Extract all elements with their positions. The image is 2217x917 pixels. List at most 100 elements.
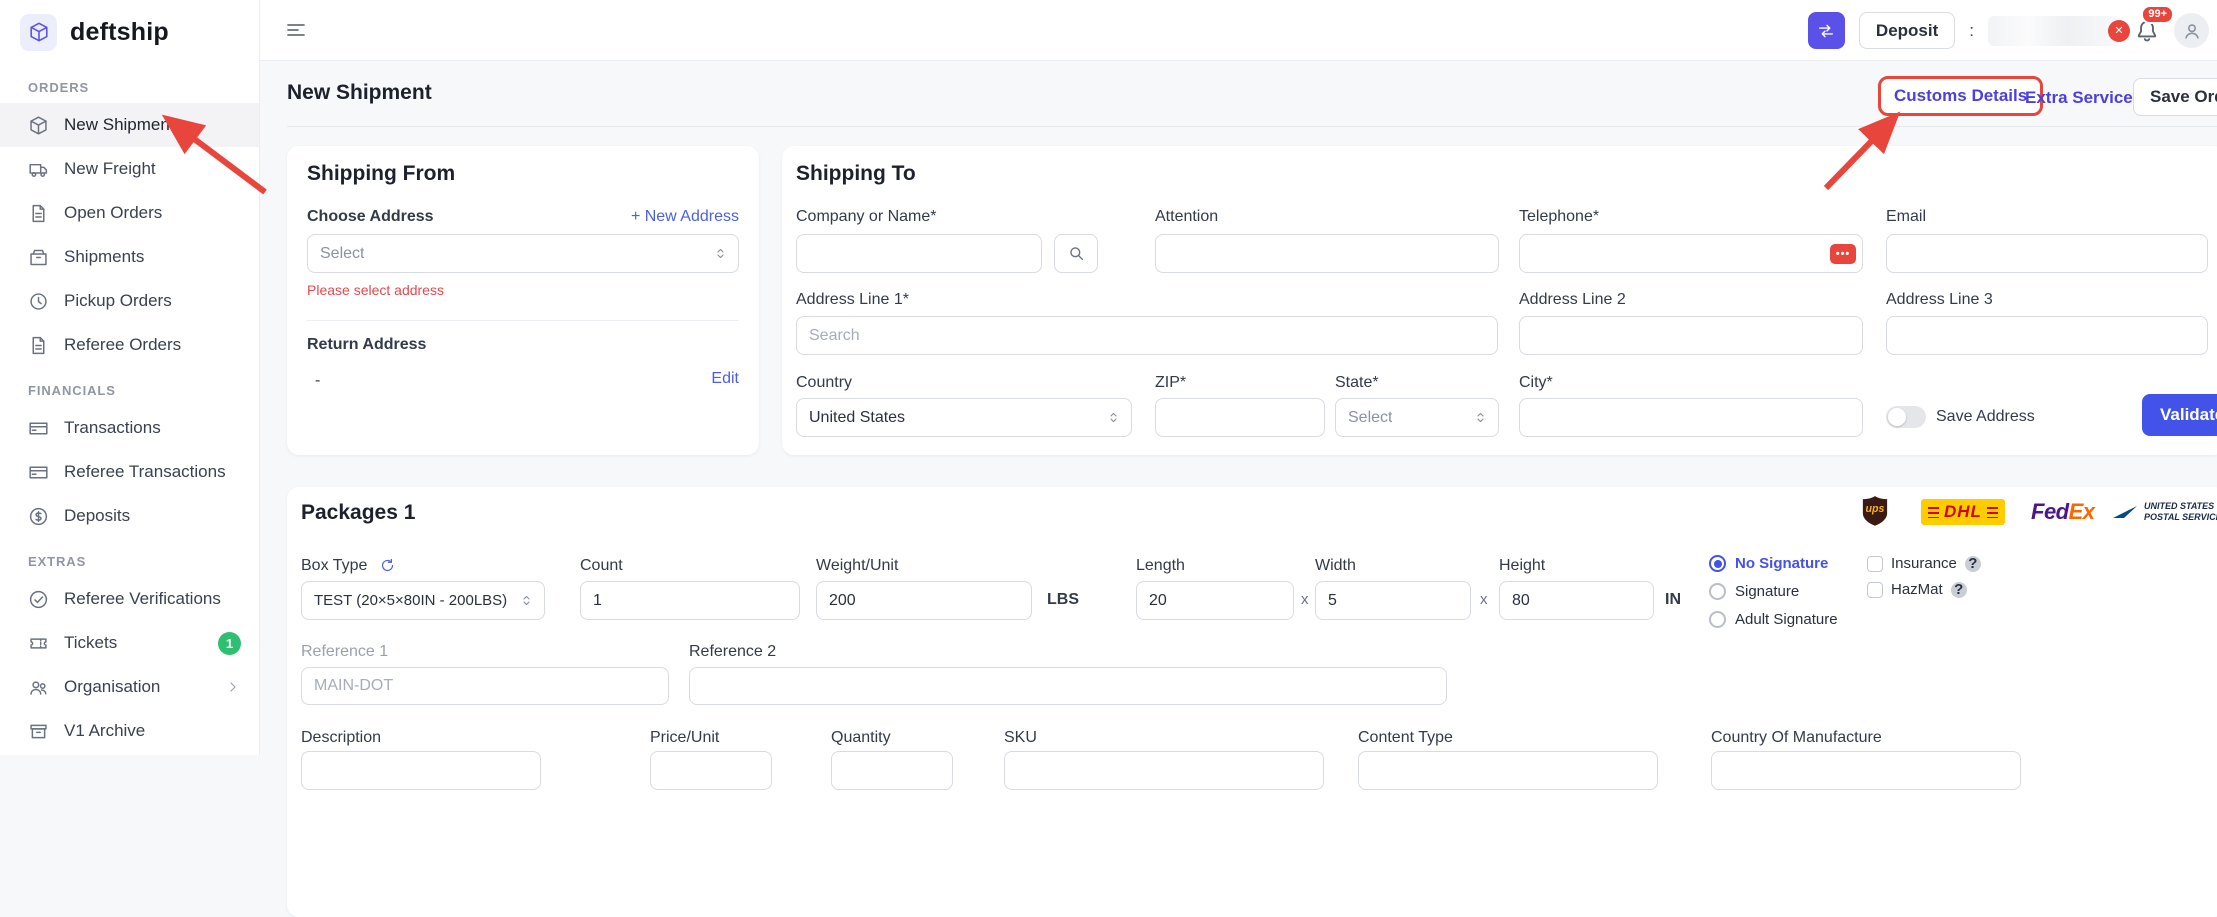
sidebar-item-referee-transactions[interactable]: Referee Transactions [0, 450, 259, 494]
customs-details-button[interactable]: Customs Details [1878, 76, 2044, 116]
search-icon [1067, 244, 1086, 263]
shipping-from-card: Shipping From Choose Address + New Addre… [287, 146, 759, 455]
insurance-label: Insurance [1891, 555, 1957, 572]
sidebar-item-referee-verifications[interactable]: Referee Verifications [0, 577, 259, 621]
company-input[interactable] [796, 234, 1042, 273]
address-line2-input[interactable] [1519, 316, 1863, 355]
box-icon [28, 247, 49, 268]
notifications-bell[interactable]: 99+ [2134, 4, 2174, 44]
usps-line2: POSTAL SERVICE [2144, 512, 2217, 523]
credit-card-icon [28, 418, 49, 439]
height-input[interactable] [1499, 581, 1654, 620]
box-type-select[interactable]: TEST (20×5×80IN - 200LBS) [301, 581, 545, 620]
sidebar-item-referee-orders[interactable]: Referee Orders [0, 323, 259, 367]
radio-no-signature[interactable]: No Signature [1709, 555, 1828, 572]
dhl-stripes-icon [1986, 506, 1998, 518]
fedex-fed-text: Fed [2031, 499, 2069, 524]
extra-services-link[interactable]: Extra Services [2025, 88, 2142, 108]
swap-button[interactable] [1807, 12, 1845, 49]
account-name-redacted[interactable]: ✕ [1988, 15, 2130, 46]
account-alert-badge: ✕ [2108, 19, 2130, 42]
insurance-checkbox-row[interactable]: Insurance ? [1867, 555, 1981, 572]
weight-input[interactable] [816, 581, 1032, 620]
item-col-description: Description [301, 729, 382, 746]
save-address-label: Save Address [1936, 408, 2035, 425]
sidebar-item-shipments[interactable]: Shipments [0, 235, 259, 279]
address-error-text: Please select address [307, 282, 444, 298]
item-description-input[interactable] [301, 751, 541, 790]
country-select[interactable]: United States [796, 398, 1132, 437]
radio-adult-signature[interactable]: Adult Signature [1709, 611, 1838, 628]
item-country-input[interactable] [1711, 751, 2021, 790]
reference1-input[interactable] [301, 667, 669, 705]
sidebar-item-pickup-orders[interactable]: Pickup Orders [0, 279, 259, 323]
packages-card: Packages 1 ups DHL Fed Ex UNITED STATES P… [287, 487, 2217, 917]
sidebar-item-label: Pickup Orders [64, 291, 172, 310]
address-line3-input[interactable] [1886, 316, 2208, 355]
fedex-ex-text: Ex [2068, 499, 2095, 524]
brand-logo-icon [20, 13, 57, 51]
insurance-help-icon[interactable]: ? [1964, 555, 1981, 572]
radio-label: No Signature [1735, 555, 1829, 572]
dhl-text: DHL [1944, 502, 1982, 521]
document-icon [28, 335, 49, 356]
reference2-input[interactable] [689, 667, 1447, 705]
insurance-checkbox [1867, 555, 1883, 572]
item-quantity-input[interactable] [831, 751, 953, 790]
validate-button[interactable]: Validate [2142, 394, 2217, 436]
return-address-value: - [315, 372, 321, 389]
edit-return-address-link[interactable]: Edit [711, 370, 739, 388]
sidebar-item-v1-archive[interactable]: V1 Archive [0, 709, 259, 753]
zip-input[interactable] [1155, 398, 1325, 437]
email-input[interactable] [1886, 234, 2208, 273]
choose-address-select[interactable]: Select [307, 234, 739, 273]
deposit-button[interactable]: Deposit [1858, 12, 1956, 49]
sidebar-item-new-freight[interactable]: New Freight [0, 147, 259, 191]
sidebar-item-organisation[interactable]: Organisation [0, 665, 259, 709]
brand-name: deftship [70, 17, 169, 46]
count-input[interactable] [580, 581, 800, 620]
company-search-button[interactable] [1054, 234, 1098, 273]
sidebar-item-new-shipment[interactable]: New Shipment [0, 103, 259, 147]
tickets-count-badge: 1 [218, 631, 241, 655]
topbar: Deposit : ✕ 99+ [260, 0, 2217, 61]
sidebar-item-deposits[interactable]: Deposits [0, 494, 259, 538]
choose-address-value: Select [320, 244, 365, 262]
sidebar-section-financials: FINANCIALS [28, 383, 116, 398]
attention-input[interactable] [1155, 234, 1499, 273]
dimension-unit-label: IN [1665, 591, 1681, 608]
item-sku-input[interactable] [1004, 751, 1324, 790]
box-type-label: Box Type [301, 557, 368, 574]
radio-signature[interactable]: Signature [1709, 583, 1799, 600]
sidebar-item-open-orders[interactable]: Open Orders [0, 191, 259, 235]
dhl-stripes-icon [1928, 506, 1939, 518]
refresh-icon[interactable] [379, 557, 396, 574]
city-label: City* [1519, 374, 1553, 391]
new-address-link[interactable]: + New Address [631, 208, 739, 226]
length-input[interactable] [1136, 581, 1294, 620]
save-address-toggle[interactable] [1886, 406, 1926, 428]
user-avatar[interactable] [2174, 13, 2209, 48]
state-select[interactable]: Select [1335, 398, 1499, 437]
length-label: Length [1136, 557, 1185, 574]
reference2-label: Reference 2 [689, 643, 777, 660]
city-input[interactable] [1519, 398, 1863, 437]
item-col-price: Price/Unit [650, 729, 720, 746]
address-line1-input[interactable] [796, 316, 1498, 355]
radio-label: Signature [1735, 583, 1800, 600]
item-content-type-input[interactable] [1358, 751, 1658, 790]
item-price-input[interactable] [650, 751, 772, 790]
sidebar-item-transactions[interactable]: Transactions [0, 406, 259, 450]
ticket-icon [28, 633, 49, 654]
brand-logo[interactable]: deftship [0, 0, 259, 64]
sidebar-item-tickets[interactable]: Tickets 1 [0, 621, 259, 665]
telephone-extension-icon[interactable]: ••• [1830, 244, 1856, 264]
hazmat-help-icon[interactable]: ? [1950, 581, 1967, 598]
address-line3-label: Address Line 3 [1886, 291, 1993, 308]
width-input[interactable] [1315, 581, 1471, 620]
usps-logo: UNITED STATES POSTAL SERVICE [2113, 501, 2217, 524]
save-order-button[interactable]: Save Order [2133, 78, 2217, 116]
hazmat-checkbox-row[interactable]: HazMat ? [1867, 581, 1967, 598]
telephone-input[interactable] [1519, 234, 1863, 273]
menu-toggle-icon[interactable] [284, 18, 308, 42]
